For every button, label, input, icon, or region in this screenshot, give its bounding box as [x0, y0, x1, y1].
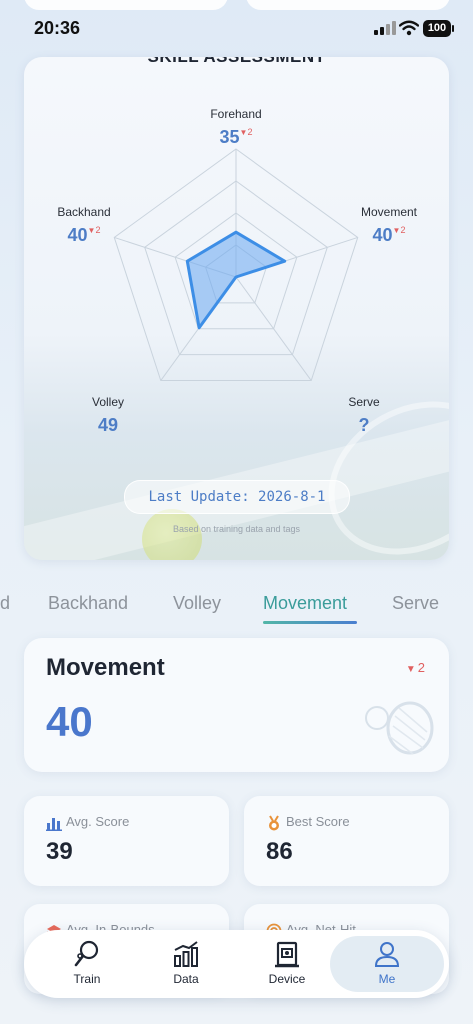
detail-value: 40 [46, 698, 93, 745]
bar-chart-icon [46, 817, 62, 831]
skill-label-serve: Serve ? [348, 395, 380, 435]
skill-tabs: d Backhand Volley Movement Serve [0, 590, 473, 630]
nav-label: Me [378, 972, 396, 986]
stat-card-avg-score: Avg. Score 39 [24, 796, 229, 886]
stat-label: Avg. Score [66, 814, 130, 829]
racket-icon [74, 940, 99, 967]
skill-assessment-card: SKILL ASSESSMENT Forehand 352 Movement 4… [24, 57, 449, 560]
nav-train[interactable]: Train [42, 936, 132, 992]
stat-value: 39 [46, 838, 73, 865]
active-tab-indicator [263, 621, 357, 624]
skill-label-movement: Movement 402 [329, 205, 449, 246]
nav-me[interactable]: Me [330, 936, 444, 992]
detail-change: 2 [406, 660, 425, 675]
skill-label-volley: Volley 49 [91, 395, 125, 435]
last-update-badge: Last Update: 2026-8-1 [124, 480, 350, 514]
nav-label: Device [268, 972, 306, 986]
assessment-hint: Based on training data and tags [172, 524, 301, 534]
person-icon [374, 942, 400, 967]
signal-icon [374, 21, 396, 35]
battery-icon: 100 [423, 20, 454, 37]
skill-label-forehand: Forehand 352 [176, 107, 296, 148]
nav-device[interactable]: Device [242, 936, 332, 992]
tennis-ball-decoration [142, 509, 202, 560]
wifi-icon [399, 20, 419, 36]
bottom-nav: Train Data Device Me [24, 930, 449, 998]
tab-movement[interactable]: Movement [263, 593, 347, 614]
stat-label: Best Score [286, 814, 350, 829]
nav-label: Train [73, 972, 101, 986]
nav-label: Data [173, 972, 199, 986]
status-bar: 20:36 100 [0, 0, 473, 54]
data-icon [174, 941, 198, 967]
device-icon [275, 941, 299, 968]
tab-truncated[interactable]: d [0, 593, 10, 614]
stat-value: 86 [266, 838, 293, 865]
detail-title: Movement [46, 654, 165, 681]
tab-volley[interactable]: Volley [173, 593, 221, 614]
tab-backhand[interactable]: Backhand [48, 593, 128, 614]
nav-data[interactable]: Data [141, 936, 231, 992]
status-time: 20:36 [34, 18, 81, 38]
skill-detail-card: Movement 2 40 [24, 638, 449, 772]
medal-icon [269, 815, 279, 831]
radar-skill-area [185, 230, 287, 330]
tennis-decoration-icon [365, 701, 434, 755]
skill-label-backhand: Backhand 402 [24, 205, 144, 246]
tab-serve[interactable]: Serve [392, 593, 439, 614]
stat-card-best-score: Best Score 86 [244, 796, 449, 886]
